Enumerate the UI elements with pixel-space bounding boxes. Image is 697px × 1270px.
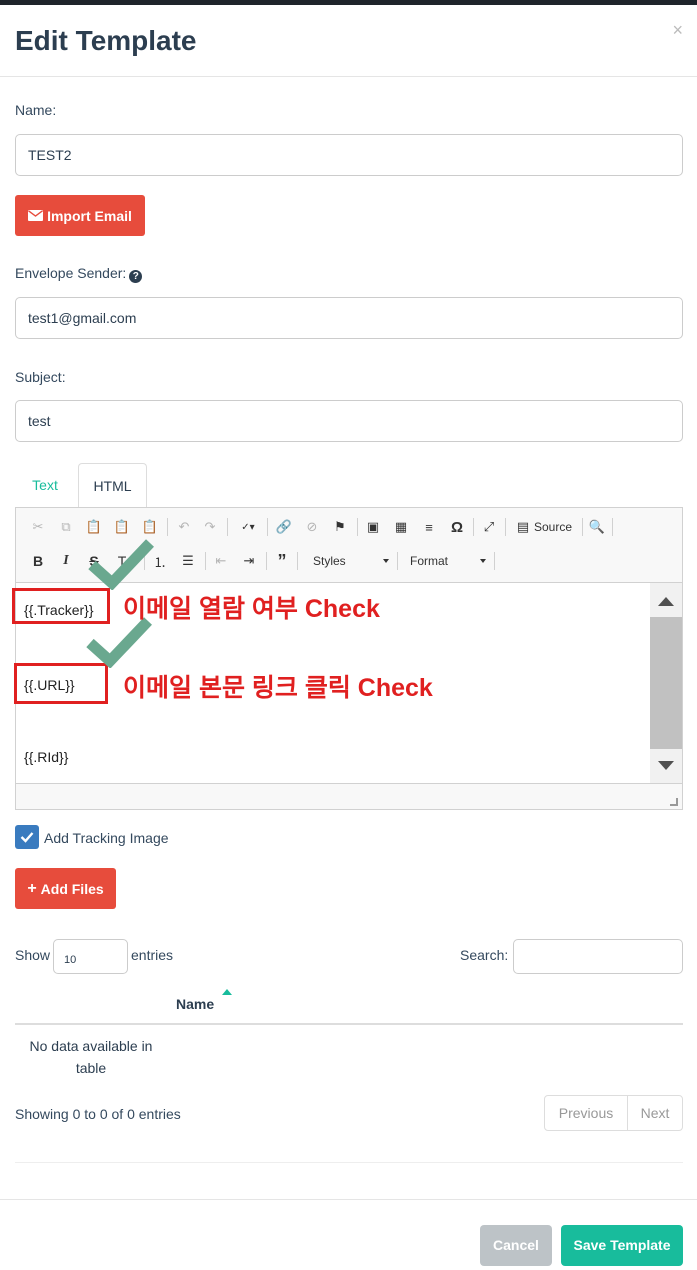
styles-dropdown[interactable]: Styles bbox=[303, 550, 393, 572]
envelope-sender-label: Envelope Sender:? bbox=[15, 265, 143, 283]
format-dropdown[interactable]: Format bbox=[400, 550, 490, 572]
empty-table-message: No data available in table bbox=[29, 1038, 153, 1076]
add-files-button[interactable]: + Add Files bbox=[15, 868, 116, 909]
link-icon[interactable]: 🔗 bbox=[274, 517, 294, 537]
modal-title: Edit Template bbox=[15, 25, 197, 56]
chevron-down-icon bbox=[480, 559, 486, 563]
import-email-label: Import Email bbox=[47, 207, 132, 224]
toolbar-separator bbox=[167, 518, 168, 536]
question-circle-icon[interactable]: ? bbox=[129, 270, 143, 283]
rid-placeholder: {{.RId}} bbox=[24, 749, 69, 765]
paste-word-icon[interactable]: 📋 bbox=[140, 517, 160, 537]
tracking-checkbox-label: Add Tracking Image bbox=[44, 830, 169, 846]
url-highlight-box bbox=[14, 663, 108, 704]
plus-icon: + bbox=[27, 879, 37, 897]
toolbar-separator bbox=[297, 552, 298, 570]
entries-label: entries bbox=[131, 947, 174, 963]
toolbar-separator bbox=[473, 518, 474, 536]
sort-asc-icon[interactable] bbox=[222, 989, 232, 995]
name-label: Name: bbox=[15, 102, 57, 118]
anchor-flag-icon[interactable]: ⚑ bbox=[330, 517, 350, 537]
check-icon bbox=[20, 832, 34, 843]
tracker-annotation: 이메일 열람 여부 Check bbox=[123, 595, 380, 623]
edit-template-modal: Edit Template × Name: TEST2 Import Email… bbox=[0, 5, 697, 1270]
table-info: Showing 0 to 0 of 0 entries bbox=[15, 1106, 181, 1122]
scroll-down-icon[interactable] bbox=[658, 761, 674, 770]
search-label: Search: bbox=[460, 947, 509, 963]
previous-button[interactable]: Previous bbox=[544, 1095, 628, 1131]
toolbar-separator bbox=[267, 518, 268, 536]
cancel-button[interactable]: Cancel bbox=[480, 1225, 552, 1266]
entries-select[interactable]: 10 bbox=[53, 939, 128, 974]
envelope-icon bbox=[28, 210, 44, 221]
search-input[interactable] bbox=[513, 939, 683, 974]
special-char-omega-icon[interactable]: Ω bbox=[447, 517, 467, 537]
bulleted-list-icon[interactable]: ☰ bbox=[178, 551, 198, 571]
bold-icon[interactable]: B bbox=[28, 551, 48, 571]
format-label: Format bbox=[410, 554, 449, 568]
preview-icon[interactable]: 🔍 bbox=[587, 517, 607, 537]
envelope-sender-input[interactable]: test1@gmail.com bbox=[15, 297, 683, 339]
image-icon[interactable]: ▣ bbox=[363, 517, 383, 537]
name-input[interactable]: TEST2 bbox=[15, 134, 683, 176]
toolbar-separator bbox=[357, 518, 358, 536]
toolbar-separator bbox=[612, 518, 613, 536]
styles-label: Styles bbox=[313, 554, 346, 568]
tab-html[interactable]: HTML bbox=[78, 463, 147, 508]
editor-tabs: Text HTML bbox=[15, 463, 683, 508]
toolbar-separator bbox=[205, 552, 206, 570]
scroll-thumb[interactable] bbox=[650, 617, 682, 749]
italic-icon[interactable]: I bbox=[56, 551, 76, 571]
paste-icon[interactable]: 📋 bbox=[84, 517, 104, 537]
toolbar-separator bbox=[505, 518, 506, 536]
show-label: Show bbox=[15, 947, 51, 963]
table-icon[interactable]: ▦ bbox=[391, 517, 411, 537]
scroll-up-icon[interactable] bbox=[658, 597, 674, 606]
divider bbox=[15, 1162, 683, 1163]
spellcheck-icon[interactable]: ✓▾ bbox=[234, 517, 262, 537]
editor-scrollbar[interactable] bbox=[650, 583, 682, 783]
editor-statusbar bbox=[16, 783, 682, 809]
url-annotation: 이메일 본문 링크 클릭 Check bbox=[123, 674, 433, 702]
subject-label: Subject: bbox=[15, 369, 66, 385]
paste-text-icon[interactable]: 📋 bbox=[112, 517, 132, 537]
source-button[interactable]: Source bbox=[526, 516, 572, 538]
modal-header: Edit Template × bbox=[0, 5, 697, 77]
undo-icon[interactable]: ↶ bbox=[174, 517, 194, 537]
outdent-icon[interactable]: ⇤ bbox=[211, 551, 231, 571]
next-button[interactable]: Next bbox=[627, 1095, 683, 1131]
tab-text[interactable]: Text bbox=[15, 463, 75, 508]
redo-icon[interactable]: ↷ bbox=[200, 517, 220, 537]
maximize-icon[interactable]: ⤢ bbox=[479, 517, 499, 537]
blockquote-icon[interactable]: ” bbox=[272, 551, 292, 571]
table-header: Name bbox=[15, 983, 683, 1025]
toolbar-separator bbox=[266, 552, 267, 570]
subject-input[interactable]: test bbox=[15, 400, 683, 442]
unlink-icon[interactable]: ⊘ bbox=[302, 517, 322, 537]
cut-icon[interactable]: ✂ bbox=[28, 517, 48, 537]
copy-icon[interactable]: ⧉ bbox=[56, 517, 76, 537]
resize-handle-icon[interactable] bbox=[670, 798, 678, 806]
toolbar-separator bbox=[582, 518, 583, 536]
close-icon[interactable]: × bbox=[672, 20, 683, 41]
import-email-button[interactable]: Import Email bbox=[15, 195, 145, 236]
toolbar-separator bbox=[397, 552, 398, 570]
column-name-header[interactable]: Name bbox=[176, 996, 214, 1012]
tracking-checkbox[interactable] bbox=[15, 825, 39, 849]
checkmark-icon bbox=[88, 539, 154, 590]
add-files-label: Add Files bbox=[40, 880, 104, 897]
indent-icon[interactable]: ⇥ bbox=[239, 551, 259, 571]
envelope-sender-text: Envelope Sender: bbox=[15, 265, 127, 281]
toolbar-separator bbox=[227, 518, 228, 536]
horizontal-rule-icon[interactable]: ≡ bbox=[419, 517, 439, 537]
save-template-button[interactable]: Save Template bbox=[561, 1225, 683, 1266]
chevron-down-icon bbox=[383, 559, 389, 563]
toolbar-separator bbox=[494, 552, 495, 570]
